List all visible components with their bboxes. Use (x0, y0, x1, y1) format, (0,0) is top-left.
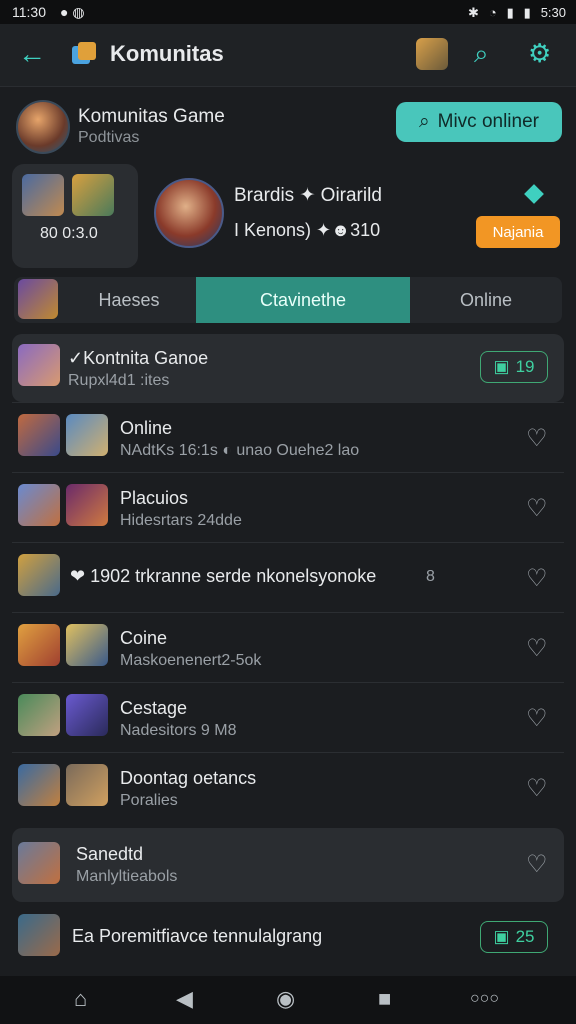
heart-icon[interactable]: ♡ (526, 774, 548, 803)
game-thumbnail (72, 174, 114, 216)
tab-bar: Haeses Ctavinethe Online (14, 277, 562, 323)
list-item-title: Ea Poremitfiavce tennulalgrang (72, 926, 323, 946)
list-item-title: Sanedtd (76, 844, 144, 864)
game-thumbnail (18, 624, 60, 666)
game-thumbnail (66, 694, 108, 736)
list-item-count: 8 (426, 568, 435, 585)
list-item-subtitle: NAdtKs 16:1s ◐ unao Ouehe2 lao (120, 442, 360, 459)
game-thumbnail (66, 484, 108, 526)
stats-score: 80 0:3.0 (40, 225, 98, 242)
game-thumbnail (18, 484, 60, 526)
chat-icon: ▣ (493, 357, 510, 376)
back-icon[interactable]: ◀ (176, 986, 193, 1012)
status-time: 11:30 (12, 4, 46, 20)
heart-icon[interactable]: ♡ (526, 494, 548, 523)
heart-icon[interactable]: ♡ (526, 850, 548, 879)
recents-icon[interactable]: ■ (378, 986, 391, 1012)
app-logo (72, 42, 96, 64)
list-item-title: ❤ 1902 trkranne serde nkonelsyonoke (70, 566, 377, 586)
bluetooth-icon: ✱ (468, 5, 479, 20)
home-button-icon[interactable]: ◉ (276, 986, 295, 1012)
community-avatar[interactable] (16, 100, 70, 154)
list-item-title: Coine (120, 628, 168, 648)
game-icon (18, 279, 58, 319)
system-nav-bar: ⌂ ◀ ◉ ■ ○○○ (0, 976, 576, 1024)
status-right-time: 5:30 (540, 5, 566, 20)
heart-icon[interactable]: ♡ (526, 564, 548, 593)
profile-name: Brardis ✦ Oirarild (234, 185, 382, 206)
list-item-subtitle: Nadesitors 9 M8 (120, 722, 237, 739)
list-item[interactable]: ✓Kontnita Ganoe Rupxl4d1 :ites ▣ 19 (12, 334, 564, 402)
stats-card[interactable]: 80 0:3.0 (12, 164, 138, 268)
tab-online[interactable]: Online (410, 277, 562, 323)
list-item-subtitle: Hidesrtars 24dde (120, 512, 242, 529)
list-item[interactable]: Coine Maskoenenert2-5ok ♡ (12, 614, 564, 682)
game-thumbnail (18, 344, 60, 386)
list-item-title: Placuios (120, 488, 189, 508)
home-icon[interactable]: ⌂ (74, 986, 87, 1012)
game-thumbnail (66, 764, 108, 806)
member-count-badge[interactable]: ▣ 19 (480, 351, 548, 383)
profile-avatar[interactable] (154, 178, 224, 248)
game-thumbnail (18, 764, 60, 806)
game-thumbnail (66, 414, 108, 456)
list-item[interactable]: ❤ 1902 trkranne serde nkonelsyonoke 8 ♡ (12, 544, 564, 612)
heart-icon[interactable]: ♡ (526, 704, 548, 733)
list-item-subtitle: Poralies (120, 792, 178, 809)
list-item[interactable]: Sanedtd Manlyltieabols ♡ (12, 828, 564, 902)
heart-icon[interactable]: ♡ (526, 634, 548, 663)
list-item[interactable]: Doontag oetancs Poralies ♡ (12, 754, 564, 822)
list-item-title: Cestage (120, 698, 188, 718)
game-thumbnail (18, 414, 60, 456)
member-count-badge[interactable]: ▣ 25 (480, 921, 548, 953)
search-icon[interactable]: ⌕ (474, 38, 489, 70)
list-item[interactable]: Cestage Nadesitors 9 M8 ♡ (12, 684, 564, 752)
online-button[interactable]: ⌕ Mivc onliner (396, 102, 562, 142)
search-icon: ⌕ (418, 111, 430, 132)
status-bar: 11:30 ● ◍ ✱ ◔ ▮ ▮ 5:30 (0, 0, 576, 24)
list-item[interactable]: Placuios Hidesrtars 24dde ♡ (12, 474, 564, 542)
community-subtitle: Podtivas (78, 129, 140, 146)
community-name: Komunitas Game (78, 106, 225, 127)
list-item[interactable]: Ea Poremitfiavce tennulalgrang ▣ 25 (12, 904, 564, 972)
wifi-icon: ◔ (488, 5, 497, 20)
list-item-subtitle: Rupxl4d1 :ites (68, 372, 170, 389)
arrow-left-icon[interactable]: ← (18, 38, 46, 70)
menu-dots-icon[interactable]: ○○○ (470, 990, 499, 1008)
online-button-label: Mivc onliner (437, 111, 539, 132)
list-item-subtitle: Manlyltieabols (76, 868, 178, 885)
signal-icon: ▮ (506, 5, 514, 20)
profile-stats: I Kenons) ✦☻310 (234, 220, 381, 240)
game-avatar-icon[interactable] (416, 38, 448, 70)
list-item-title: Online (120, 418, 173, 438)
list-item[interactable]: Online NAdtKs 16:1s ◐ unao Ouehe2 lao ♡ (12, 404, 564, 472)
app-bar: ← Komunitas ⌕ ⚙ (0, 24, 576, 87)
tab-ctavinethe[interactable]: Ctavinethe (196, 277, 410, 323)
gear-icon[interactable]: ⚙ (528, 38, 551, 69)
game-thumbnail (22, 174, 64, 216)
list-item-title: Doontag oetancs (120, 768, 257, 788)
game-thumbnail (18, 694, 60, 736)
gem-icon (524, 184, 544, 204)
list-item-title: ✓Kontnita Ganoe (68, 348, 209, 368)
chat-icon: ▣ (493, 927, 510, 946)
game-thumbnail (18, 914, 60, 956)
game-thumbnail (66, 624, 108, 666)
battery-icon: ▮ (523, 5, 531, 20)
tab-haeses[interactable]: Haeses (62, 277, 196, 323)
status-badge[interactable]: Najania (476, 216, 560, 248)
game-thumbnail (18, 842, 60, 884)
list-item-subtitle: Maskoenenert2-5ok (120, 652, 262, 669)
page-title: Komunitas (110, 41, 224, 66)
notification-icon: ● ◍ (60, 4, 85, 20)
heart-icon[interactable]: ♡ (526, 424, 548, 453)
game-thumbnail (18, 554, 60, 596)
